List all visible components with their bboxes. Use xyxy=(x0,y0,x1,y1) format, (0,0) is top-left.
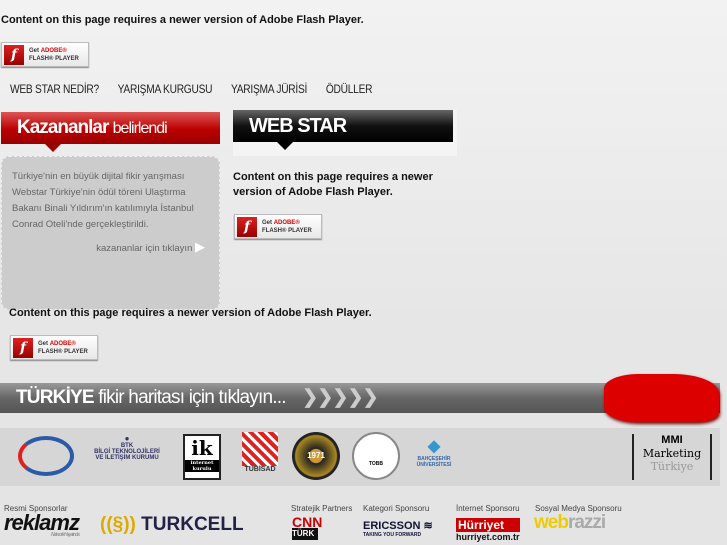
ik-logo[interactable]: ik internet kurulu xyxy=(183,434,221,480)
internet-sponsor-label: İnternet Sponsoru xyxy=(456,504,520,513)
get-label: Get xyxy=(29,47,40,54)
map-banner-bold: TÜRKİYE xyxy=(16,387,95,408)
get-flash-button-3[interactable]: f Get ADOBE® FLASH® PLAYER xyxy=(10,335,98,360)
header-pointer xyxy=(45,144,61,152)
strategic-partners-label: Stratejik Partners xyxy=(291,504,353,513)
player-label: FLASH® PLAYER xyxy=(262,227,312,234)
flash-message: Content on this page requires a newer ve… xyxy=(1,14,364,26)
get-label: Get xyxy=(262,219,273,226)
webrazzi-logo[interactable]: webrazzi xyxy=(534,512,606,534)
bahcesehir-logo[interactable]: ◆ BAHÇEŞEHİR ÜNİVERSİTESİ xyxy=(414,436,454,468)
turkey-map-icon[interactable] xyxy=(604,374,719,422)
hurriyet-logo[interactable]: Hürriyet hurriyet.com.tr xyxy=(456,518,520,542)
player-label: FLASH® PLAYER xyxy=(38,348,88,355)
winners-link[interactable]: kazananlar için tıklayın ▶ xyxy=(12,239,209,257)
chevrons-icon: ❯❯❯❯❯ xyxy=(302,387,378,408)
winners-panel: Kazananlar belirlendi Türkiye'nin en büy… xyxy=(1,112,220,310)
flash-message-2: Content on this page requires a newer ver… xyxy=(233,171,433,198)
partners-strip: ● BTK BİLGİ TEKNOLOJİLERİ VE İLETİŞİM KURU… xyxy=(0,428,720,486)
btk-logo[interactable]: ● BTK BİLGİ TEKNOLOJİLERİ VE İLETİŞİM KURU… xyxy=(92,434,162,461)
turkcell-icon: ((§)) xyxy=(100,514,136,535)
nav-yarisma-kurgusu[interactable]: YARIŞMA KURGUSU xyxy=(118,82,213,96)
winners-box: Türkiye'nin en büyük dijital fikir yarış… xyxy=(1,156,220,310)
flash-icon: f xyxy=(237,216,257,237)
ericsson-logo[interactable]: ERICSSON ≋ TAKING YOU FORWARD xyxy=(363,519,433,538)
get-flash-button-2[interactable]: f Get ADOBE® FLASH® PLAYER xyxy=(234,214,322,239)
adobe-label: ADOBE® xyxy=(273,219,300,226)
header-pointer xyxy=(277,142,293,150)
player-label: FLASH® PLAYER xyxy=(29,55,79,62)
winners-subtitle: belirlendi xyxy=(112,120,168,137)
winners-title: Kazananlar xyxy=(17,117,109,138)
marketing-turkiye-logo[interactable]: MMI Marketing Türkiye xyxy=(632,434,712,480)
category-sponsor-label: Kategori Sponsoru xyxy=(363,504,430,513)
map-banner-text: fikir haritası için tıklayın... xyxy=(98,387,286,408)
flash-icon: f xyxy=(13,337,33,358)
reklamz-logo[interactable]: reklamz Network Hayatında xyxy=(4,510,80,538)
main-nav: WEB STAR NEDİR? YARIŞMA KURGUSU YARIŞMA … xyxy=(10,82,372,96)
webstar-header: WEB STAR xyxy=(233,110,453,142)
association-logo[interactable]: 1971 xyxy=(292,432,340,480)
nav-oduller[interactable]: ÖDÜLLER xyxy=(326,82,373,96)
winners-link-label: kazananlar için tıklayın xyxy=(96,243,193,254)
ministry-logo[interactable] xyxy=(18,436,74,476)
get-flash-button[interactable]: f Get ADOBE® FLASH® PLAYER xyxy=(1,42,89,67)
nav-webstar-nedir[interactable]: WEB STAR NEDİR? xyxy=(10,82,99,96)
flash-icon: f xyxy=(4,44,24,65)
tobb-logo[interactable]: TOBB xyxy=(352,432,400,480)
play-arrow-icon: ▶ xyxy=(195,239,205,254)
turkcell-logo[interactable]: ((§)) TURKCELL xyxy=(100,514,244,536)
get-label: Get xyxy=(38,340,49,347)
winners-header: Kazananlar belirlendi xyxy=(1,112,220,144)
adobe-label: ADOBE® xyxy=(49,340,76,347)
tubisad-logo[interactable]: TÜBİSAD xyxy=(242,432,278,473)
webstar-panel: WEB STAR xyxy=(233,110,457,156)
winners-text: Türkiye'nin en büyük dijital fikir yarış… xyxy=(12,171,194,230)
adobe-label: ADOBE® xyxy=(40,47,67,54)
nav-yarisma-jurisi[interactable]: YARIŞMA JÜRİSİ xyxy=(231,82,307,96)
cnn-turk-logo[interactable]: CNN TÜRK xyxy=(292,515,322,540)
flash-message-3: Content on this page requires a newer ve… xyxy=(9,307,372,319)
